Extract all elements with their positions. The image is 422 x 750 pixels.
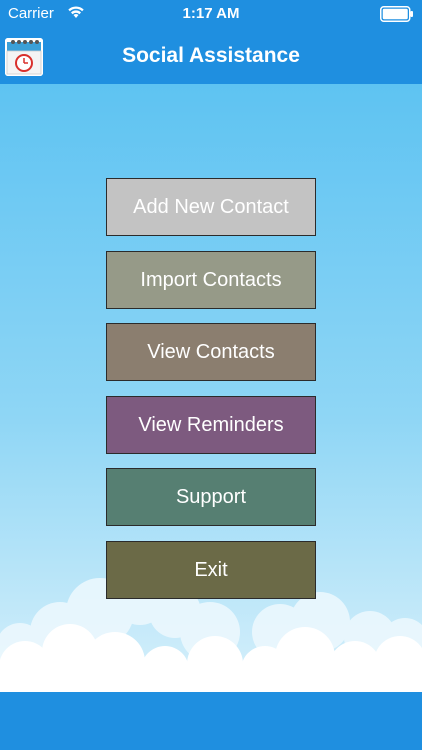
- main-menu: Add New Contact Import Contacts View Con…: [106, 178, 316, 613]
- status-bar: Carrier 1:17 AM: [0, 0, 422, 30]
- navigation-bar: Social Assistance: [0, 30, 422, 84]
- top-bar: Carrier 1:17 AM Social Assistance: [0, 0, 422, 84]
- battery-icon: [380, 6, 414, 22]
- view-reminders-button[interactable]: View Reminders: [106, 395, 316, 454]
- add-new-contact-button[interactable]: Add New Contact: [106, 178, 316, 236]
- view-contacts-button[interactable]: View Contacts: [106, 323, 316, 381]
- bottom-bar: [0, 692, 422, 750]
- status-time: 1:17 AM: [182, 5, 240, 22]
- sky-background: Add New Contact Import Contacts View Con…: [0, 84, 422, 692]
- exit-button[interactable]: Exit: [106, 540, 316, 599]
- support-button[interactable]: Support: [106, 468, 316, 526]
- import-contacts-button[interactable]: Import Contacts: [106, 250, 316, 309]
- page-title: Social Assistance: [122, 44, 300, 67]
